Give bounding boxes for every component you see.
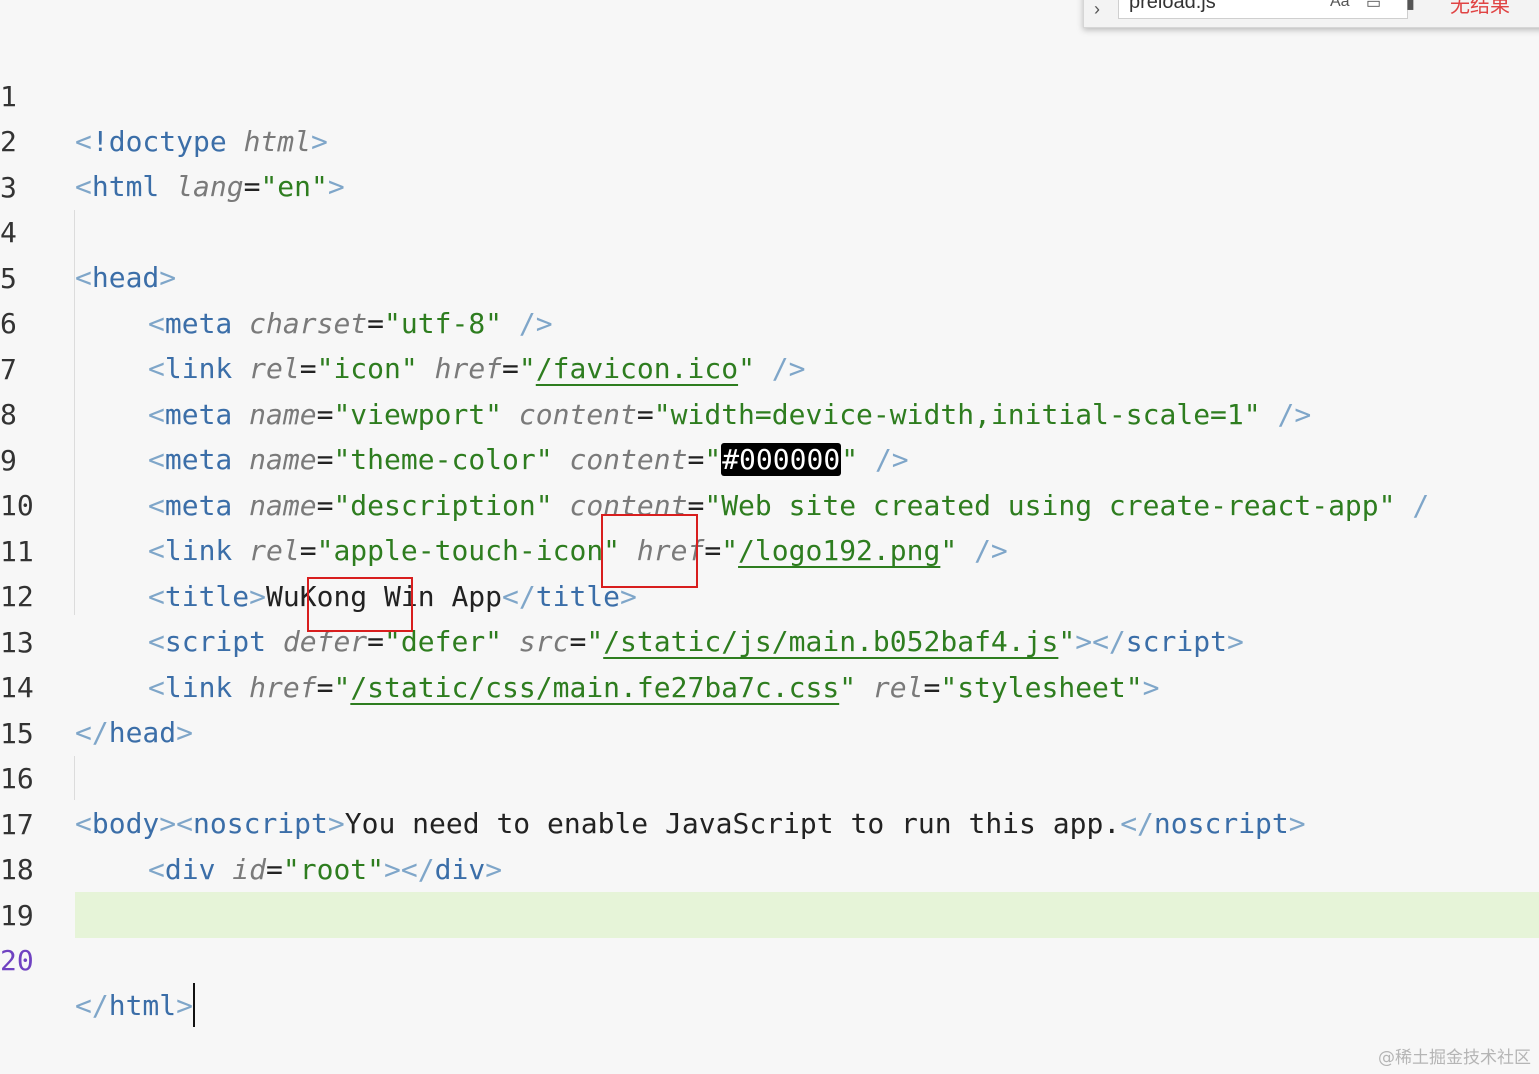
find-result-text: 无结果 xyxy=(1450,0,1510,17)
find-input[interactable]: preload.js xyxy=(1118,0,1408,19)
annotation-box xyxy=(307,577,413,632)
code-line[interactable]: 11 <title>WuKong Win App</title> xyxy=(0,483,1539,614)
find-widget: › preload.js Aa ▭ ▮ 无结果 xyxy=(1083,0,1539,28)
regex-icon[interactable]: ▮ xyxy=(1406,0,1415,13)
code-line[interactable]: 12 <script defer="defer" src="/static/js… xyxy=(0,528,1539,659)
code-line[interactable]: 7 <meta name="viewport" content="width=d… xyxy=(0,301,1539,432)
match-case-toggle[interactable]: Aa xyxy=(1330,0,1350,11)
line-number: 20 xyxy=(0,943,34,977)
whole-word-icon[interactable]: ▭ xyxy=(1366,0,1381,13)
code-tag: html xyxy=(108,989,177,1022)
current-code-line[interactable]: 20 </html> xyxy=(0,892,1539,1027)
code-line[interactable]: 6 <link rel="icon" href="/favicon.ico" /… xyxy=(0,255,1539,386)
annotation-box xyxy=(601,514,698,588)
code-line[interactable]: 10 <link rel="apple-touch-icon" href="/l… xyxy=(0,437,1539,568)
code-editor[interactable]: › preload.js Aa ▭ ▮ 无结果 1 <!doctype html… xyxy=(0,0,1539,1074)
code-line[interactable]: 3 xyxy=(0,119,1539,204)
code-line[interactable]: 13 <link href="/static/css/main.fe27ba7c… xyxy=(0,574,1539,705)
code-line[interactable]: 2 <html lang="en"> xyxy=(0,73,1539,204)
code-line[interactable]: 17 <div id="root"></div> xyxy=(0,756,1539,887)
code-line[interactable]: 9 <meta name="description" content="Web … xyxy=(0,392,1539,523)
code-line[interactable]: 19 xyxy=(0,847,1539,932)
code-line[interactable]: 1 <!doctype html> xyxy=(0,28,1539,159)
code-line[interactable]: 16 <body><noscript>You need to enable Ja… xyxy=(0,710,1539,841)
watermark: @稀土掘金技术社区 xyxy=(1378,1048,1531,1068)
text-cursor xyxy=(193,983,196,1027)
code-line[interactable]: 14 </head> xyxy=(0,619,1539,750)
code-line[interactable]: 8 <meta name="theme-color" content="#000… xyxy=(0,346,1539,476)
line-number: 19 xyxy=(0,898,34,932)
code-line[interactable]: 15 xyxy=(0,665,1539,750)
chevron-right-icon[interactable]: › xyxy=(1094,0,1100,20)
code-line[interactable]: 5 <meta charset="utf-8" /> xyxy=(0,210,1539,341)
code-line[interactable]: 4 <head> xyxy=(0,164,1539,295)
code-line[interactable]: 18 </body> xyxy=(0,801,1539,932)
